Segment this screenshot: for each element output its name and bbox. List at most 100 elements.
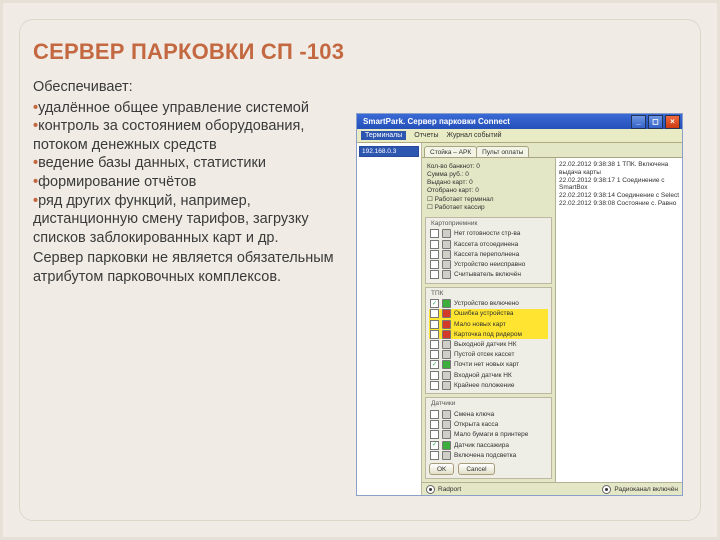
check-label: Датчик пассажира (454, 442, 509, 449)
status-led-icon (442, 451, 451, 460)
checkbox-icon[interactable] (430, 320, 439, 329)
check-row[interactable]: Кассета переполнена (429, 249, 548, 259)
checkbox-icon[interactable] (430, 350, 439, 359)
group-tpk: ТПК ✓ Устройство включено Ошибка устройств… (425, 287, 552, 395)
check-label: Смена ключа (454, 411, 494, 418)
status-right-radio[interactable]: Радиоканал включён (602, 485, 678, 494)
checkbox-icon[interactable] (430, 371, 439, 380)
status-led-icon (442, 309, 451, 318)
check-row[interactable]: Устройство неисправно (429, 259, 548, 269)
check-row[interactable]: Входной датчик НК (429, 370, 548, 380)
check-row[interactable]: Выходной датчик НК (429, 339, 548, 349)
status-led-icon (442, 240, 451, 249)
close-icon[interactable]: × (665, 115, 680, 129)
check-row[interactable]: Кассета отсоединена (429, 239, 548, 249)
minimize-icon[interactable]: _ (631, 115, 646, 129)
checkbox-icon[interactable] (430, 240, 439, 249)
status-led-icon (442, 430, 451, 439)
status-led-icon (442, 420, 451, 429)
status-bar: Radport Радиоканал включён (422, 482, 682, 495)
cancel-button[interactable]: Cancel (458, 463, 494, 475)
check-label: Выходной датчик НК (454, 341, 516, 348)
maximize-icon[interactable]: ◻ (648, 115, 663, 129)
stat-line: Отобрано карт: 0 (427, 187, 550, 195)
check-row[interactable]: Ошибка устройства (429, 309, 548, 319)
check-row[interactable]: Крайнее положение (429, 380, 548, 390)
check-label: Нет готовности стр-ва (454, 230, 520, 237)
check-label: Карточка под ридером (454, 331, 522, 338)
check-label: Включена подсветка (454, 452, 516, 459)
check-row[interactable]: Пустой отсек кассет (429, 350, 548, 360)
ok-button[interactable]: OK (429, 463, 454, 475)
bullet-item: •ряд других функций, например, дистанцио… (33, 192, 338, 248)
stat-line: ☐ Работает терминал (427, 196, 550, 204)
tab-strip[interactable]: Стойка – АРКПульт оплаты (422, 143, 682, 158)
check-row[interactable]: Мало новых карт (429, 319, 548, 329)
checkbox-icon[interactable] (430, 309, 439, 318)
check-label: Считыватель включён (454, 271, 521, 278)
tail-text: Сервер парковки не является обязательным… (33, 249, 338, 286)
group-title: Картоприемник (431, 220, 548, 227)
checkbox-icon[interactable]: ✓ (430, 299, 439, 308)
checkbox-icon[interactable] (430, 250, 439, 259)
check-row[interactable]: ✓ Устройство включено (429, 299, 548, 309)
menu-item[interactable]: Журнал событий (446, 132, 501, 139)
check-label: Крайнее положение (454, 382, 514, 389)
lead-text: Обеспечивает: (33, 78, 338, 97)
tab[interactable]: Стойка – АРК (424, 146, 477, 157)
checkbox-icon[interactable] (430, 340, 439, 349)
status-led-icon (442, 381, 451, 390)
checkbox-icon[interactable] (430, 420, 439, 429)
check-label: Ошибка устройства (454, 310, 514, 317)
check-label: Пустой отсек кассет (454, 351, 514, 358)
check-row[interactable]: Мало бумаги в принтере (429, 430, 548, 440)
check-row[interactable]: Считыватель включён (429, 270, 548, 280)
checkbox-icon[interactable] (430, 451, 439, 460)
group-title: ТПК (431, 290, 548, 297)
check-label: Входной датчик НК (454, 372, 512, 379)
check-label: Почти нет новых карт (454, 361, 519, 368)
checkbox-icon[interactable] (430, 270, 439, 279)
checkbox-icon[interactable]: ✓ (430, 441, 439, 450)
checkbox-icon[interactable] (430, 381, 439, 390)
log-line: 22.02.2012 9:38:08 Состояние с. Равно (559, 200, 679, 208)
status-led-icon (442, 250, 451, 259)
window-titlebar[interactable]: SmartPark. Сервер парковки Connect _ ◻ × (357, 114, 682, 129)
check-label: Мало бумаги в принтере (454, 431, 528, 438)
menu-item[interactable]: Терминалы (361, 131, 406, 140)
menu-bar[interactable]: Терминалы Отчеты Журнал событий (357, 129, 682, 143)
checkbox-icon[interactable] (430, 229, 439, 238)
check-row[interactable]: Включена подсветка (429, 450, 548, 460)
check-label: Мало новых карт (454, 321, 506, 328)
status-led-icon (442, 441, 451, 450)
check-row[interactable]: ✓ Датчик пассажира (429, 440, 548, 450)
slide-title: СЕРВЕР ПАРКОВКИ СП -103 (33, 39, 687, 64)
window-title: SmartPark. Сервер парковки Connect (359, 117, 510, 126)
checkbox-icon[interactable]: ✓ (430, 360, 439, 369)
stats-block: Кол-во банкнот: 0Сумма руб.: 0Выдано кар… (425, 161, 552, 214)
check-label: Устройство включено (454, 300, 519, 307)
tab[interactable]: Пульт оплаты (476, 146, 529, 157)
check-row[interactable]: Нет готовности стр-ва (429, 229, 548, 239)
checkbox-icon[interactable] (430, 410, 439, 419)
status-led-icon (442, 299, 451, 308)
checkbox-icon[interactable] (430, 260, 439, 269)
menu-item[interactable]: Отчеты (414, 132, 438, 139)
stat-line: Сумма руб.: 0 (427, 171, 550, 179)
status-left-radio[interactable]: Radport (426, 485, 461, 494)
checkbox-icon[interactable] (430, 330, 439, 339)
check-row[interactable]: Карточка под ридером (429, 329, 548, 339)
group-sensors: Датчики Смена ключаОткрыта кассаМало бум… (425, 397, 552, 479)
status-led-icon (442, 320, 451, 329)
check-row[interactable]: ✓ Почти нет новых карт (429, 360, 548, 370)
check-row[interactable]: Смена ключа (429, 409, 548, 419)
log-line: 22.02.2012 9:38:14 Соединение с Select (559, 192, 679, 200)
tree-node-root[interactable]: 192.168.0.3 (359, 146, 419, 157)
stat-line: Кол-во банкнот: 0 (427, 163, 550, 171)
bullet-item: •контроль за состоянием оборудования, по… (33, 117, 338, 154)
check-row[interactable]: Открыта касса (429, 420, 548, 430)
device-tree[interactable]: 192.168.0.3 (357, 143, 422, 495)
status-led-icon (442, 229, 451, 238)
check-label: Открыта касса (454, 421, 498, 428)
checkbox-icon[interactable] (430, 430, 439, 439)
